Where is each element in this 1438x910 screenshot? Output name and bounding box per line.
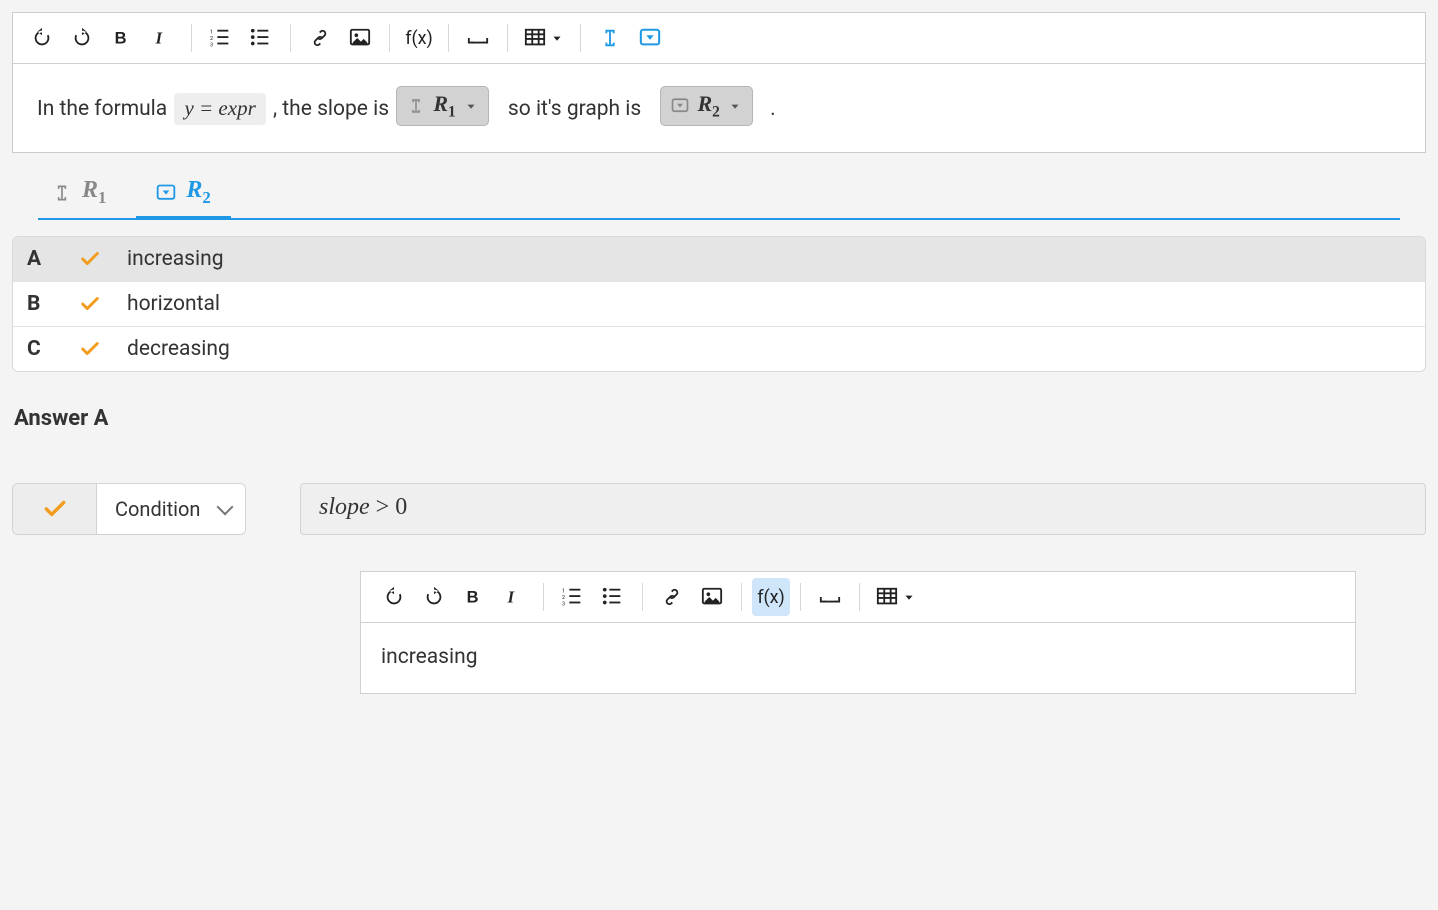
text-cursor-icon [52, 183, 72, 203]
ordered-list-button[interactable] [554, 578, 592, 616]
response-token-label: R1 [433, 91, 455, 121]
condition-check-button[interactable] [13, 484, 97, 534]
answer-letter: C [27, 337, 79, 361]
toolbar-divider [507, 24, 508, 52]
check-icon [42, 496, 68, 522]
chevron-down-icon [902, 590, 916, 604]
toolbar-divider [191, 24, 192, 52]
answers-table: A increasing B horizontal C decreasing [12, 236, 1426, 372]
toolbar-divider [800, 583, 801, 611]
toolbar-divider [642, 583, 643, 611]
text-cursor-icon [407, 97, 425, 115]
tab-label: R1 [82, 177, 106, 208]
math-button[interactable]: f(x) [752, 578, 790, 616]
toolbar-divider [290, 24, 291, 52]
answer-row[interactable]: A increasing [13, 237, 1425, 281]
math-button[interactable]: f(x) [400, 19, 438, 57]
math-label: f(x) [405, 28, 433, 49]
tab-label: R2 [186, 177, 210, 208]
expression-token[interactable]: y = expr [174, 93, 265, 125]
answer-letter: B [27, 292, 79, 316]
question-editor: f(x) In the formula y = expr , the slope… [12, 12, 1426, 153]
table-button[interactable] [870, 578, 922, 616]
tab-r2[interactable]: R2 [142, 171, 224, 218]
image-button[interactable] [693, 578, 731, 616]
blank-button[interactable] [459, 19, 497, 57]
check-icon [79, 248, 101, 270]
answer-editor-toolbar: f(x) [361, 572, 1355, 623]
answer-letter: A [27, 247, 79, 271]
sentence-text: In the formula [37, 97, 172, 121]
toolbar-divider [448, 24, 449, 52]
toolbar-divider [859, 583, 860, 611]
toolbar-divider [580, 24, 581, 52]
insert-dropdown-response-button[interactable] [631, 19, 669, 57]
tab-r1[interactable]: R1 [38, 171, 120, 218]
condition-type-select-wrap: Condition [97, 484, 245, 534]
sentence-text: , the slope is [273, 97, 394, 121]
chevron-down-icon [464, 99, 478, 113]
dropdown-icon [156, 183, 176, 203]
undo-button[interactable] [375, 578, 413, 616]
condition-control: Condition [12, 483, 246, 535]
response-token-r2[interactable]: R2 [660, 86, 752, 126]
link-button[interactable] [301, 19, 339, 57]
ordered-list-button[interactable] [202, 19, 240, 57]
response-tabs: R1 R2 [38, 171, 1400, 220]
blank-button[interactable] [811, 578, 849, 616]
undo-button[interactable] [23, 19, 61, 57]
bold-button[interactable] [455, 578, 493, 616]
sentence-text: . [770, 97, 776, 121]
answer-text: increasing [127, 247, 1411, 271]
check-icon [79, 293, 101, 315]
sentence-text: so it's graph is [508, 97, 647, 121]
chevron-down-icon [550, 31, 564, 45]
image-button[interactable] [341, 19, 379, 57]
redo-button[interactable] [63, 19, 101, 57]
toolbar-divider [543, 583, 544, 611]
response-token-r1[interactable]: R1 [396, 86, 488, 126]
redo-button[interactable] [415, 578, 453, 616]
bold-button[interactable] [103, 19, 141, 57]
condition-expression-input[interactable]: slope > 0 [300, 483, 1426, 535]
answer-heading: Answer A [14, 406, 1426, 431]
answer-text: decreasing [127, 337, 1411, 361]
toolbar-divider [389, 24, 390, 52]
editor-toolbar: f(x) [13, 13, 1425, 64]
dropdown-icon [671, 97, 689, 115]
editor-content[interactable]: In the formula y = expr , the slope is R… [13, 64, 1425, 152]
math-label: f(x) [757, 587, 785, 608]
answer-row[interactable]: B horizontal [13, 281, 1425, 326]
unordered-list-button[interactable] [242, 19, 280, 57]
condition-type-select[interactable]: Condition [97, 484, 245, 534]
answer-content-editor: f(x) increasing [360, 571, 1356, 694]
table-button[interactable] [518, 19, 570, 57]
insert-text-response-button[interactable] [591, 19, 629, 57]
answer-text: horizontal [127, 292, 1411, 316]
italic-button[interactable] [143, 19, 181, 57]
condition-row: Condition slope > 0 [12, 483, 1426, 535]
answer-row[interactable]: C decreasing [13, 326, 1425, 371]
unordered-list-button[interactable] [594, 578, 632, 616]
response-token-label: R2 [697, 91, 719, 121]
chevron-down-icon [728, 99, 742, 113]
italic-button[interactable] [495, 578, 533, 616]
link-button[interactable] [653, 578, 691, 616]
toolbar-divider [741, 583, 742, 611]
answer-editor-content[interactable]: increasing [361, 623, 1355, 693]
check-icon [79, 338, 101, 360]
